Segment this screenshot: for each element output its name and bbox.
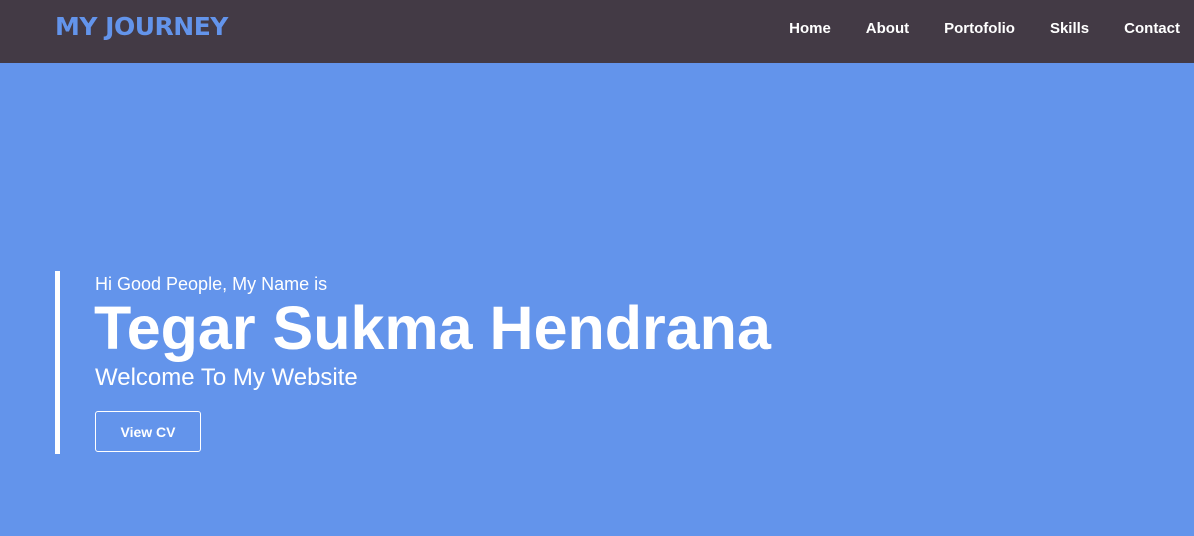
hero-section: Hi Good People, My Name is Tegar Sukma H… [55,271,855,454]
navbar: MY JOURNEY Home About Portofolio Skills … [0,0,1194,63]
main-nav: Home About Portofolio Skills Contact [789,0,1180,56]
hero-name: Tegar Sukma Hendrana [94,294,771,362]
nav-link-about[interactable]: About [866,20,909,37]
nav-link-portofolio[interactable]: Portofolio [944,20,1015,37]
nav-link-skills[interactable]: Skills [1050,20,1089,37]
view-cv-button[interactable]: View CV [95,411,201,452]
nav-link-contact[interactable]: Contact [1124,20,1180,37]
nav-link-home[interactable]: Home [789,20,831,37]
hero-greeting: Hi Good People, My Name is [95,274,328,294]
brand-logo[interactable]: MY JOURNEY [55,11,228,43]
hero-accent-bar [55,271,60,454]
hero-welcome: Welcome To My Website [95,364,358,391]
